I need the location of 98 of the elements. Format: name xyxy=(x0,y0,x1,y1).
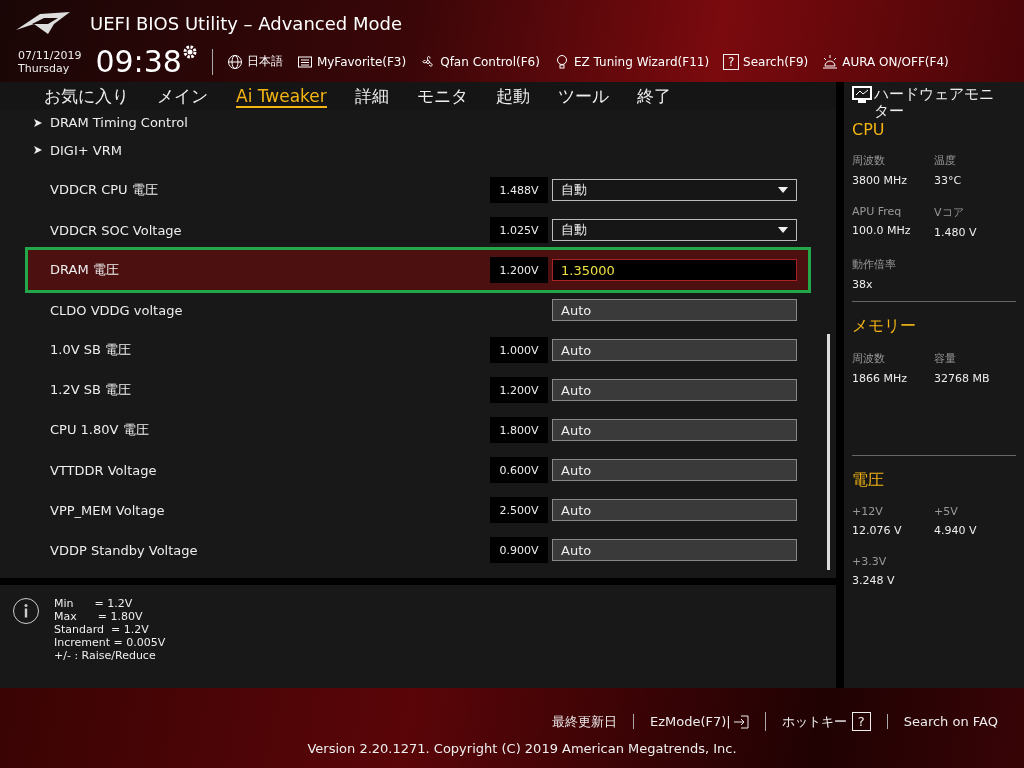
logo-icon xyxy=(14,10,72,36)
input-field[interactable]: Auto xyxy=(552,459,797,481)
input-field[interactable]: Auto xyxy=(552,339,797,361)
stat-value: 33°C xyxy=(934,174,963,187)
voltage-reading: 1.200V xyxy=(490,257,548,283)
setting-label: VDDCR SOC Voltage xyxy=(50,222,183,238)
setting-label: 1.2V SB 電圧 xyxy=(50,381,132,399)
stat-value: 3800 MHz xyxy=(852,174,909,187)
caret-icon xyxy=(778,227,788,233)
input-field[interactable]: Auto xyxy=(552,419,797,441)
stat-label: 温度 xyxy=(934,153,957,168)
help-text: Standard = 1.2V xyxy=(54,623,150,636)
toolbar-item[interactable]: AURA ON/OFF(F4) xyxy=(822,53,949,70)
stat-label: 周波数 xyxy=(852,153,886,168)
menu-tab[interactable]: Ai Tweaker xyxy=(222,82,341,110)
footer-link[interactable]: EzMode(F7)| xyxy=(632,714,765,729)
menu-tab[interactable]: 詳細 xyxy=(340,82,403,110)
stat-value: 4.940 V xyxy=(934,524,978,537)
submenu-link[interactable]: DIGI+ VRM xyxy=(34,142,122,158)
help-text: Min = 1.2V xyxy=(54,597,134,610)
input-field[interactable]: 1.35000 xyxy=(552,259,797,281)
stat-label: 容量 xyxy=(934,351,957,366)
stat-label: +3.3V xyxy=(852,555,888,568)
arrow-icon xyxy=(34,118,42,127)
section-heading: CPU xyxy=(852,120,886,139)
toolbar-item[interactable]: 日本語 xyxy=(226,53,283,70)
section-heading: 電圧 xyxy=(852,470,885,491)
stat-value: 1866 MHz xyxy=(852,372,909,385)
setting-label: VTTDDR Voltage xyxy=(50,462,158,478)
help-icon: ? xyxy=(723,53,740,70)
stat-label: +12V xyxy=(852,505,884,518)
voltage-reading: 1.200V xyxy=(490,377,548,403)
help-text: +/- : Raise/Reduce xyxy=(54,649,157,662)
caret-icon xyxy=(778,187,788,193)
stat-value: 100.0 MHz xyxy=(852,224,912,237)
dropdown[interactable]: 自動 xyxy=(552,179,797,201)
voltage-reading: 1.025V xyxy=(490,217,548,243)
voltage-reading: 0.900V xyxy=(490,537,548,563)
exit-icon xyxy=(732,714,749,729)
weekday-text: Thursday xyxy=(18,61,71,75)
setting-label: CLDO VDDG voltage xyxy=(50,302,184,318)
copyright-text: Version 2.20.1271. Copyright (C) 2019 American Megatrends, Inc. xyxy=(307,741,737,756)
menu-tab[interactable]: お気に入り xyxy=(30,82,143,110)
section-heading: メモリー xyxy=(852,316,917,337)
footer-link[interactable]: ホットキー ? xyxy=(764,712,887,731)
voltage-reading: 1.000V xyxy=(490,337,548,363)
menu-tab[interactable]: 起動 xyxy=(481,82,544,110)
toolbar-item[interactable]: ? Search(F9) xyxy=(723,53,809,70)
stat-value: 3.248 V xyxy=(852,574,896,587)
setting-label: VDDCR CPU 電圧 xyxy=(50,181,159,199)
monitor-icon xyxy=(852,86,872,104)
menu-tab[interactable]: ツール xyxy=(543,82,623,110)
stat-value: 1.480 V xyxy=(934,226,978,239)
globe-icon xyxy=(226,53,243,70)
stat-label: 動作倍率 xyxy=(852,257,897,272)
voltage-reading: 1.800V xyxy=(490,417,548,443)
list-icon xyxy=(296,53,313,70)
stat-value: 38x xyxy=(852,278,874,291)
window-title: UEFI BIOS Utility – Advanced Mode xyxy=(90,12,402,34)
setting-label: VPP_MEM Voltage xyxy=(50,502,166,518)
date-text: 07/11/2019 xyxy=(18,48,82,62)
menu-tab[interactable]: 終了 xyxy=(622,82,685,110)
voltage-reading: 0.600V xyxy=(490,457,548,483)
toolbar-item[interactable]: EZ Tuning Wizard(F11) xyxy=(553,53,710,70)
stat-label: 周波数 xyxy=(852,351,886,366)
menu-tab[interactable]: メイン xyxy=(143,82,222,110)
input-field[interactable]: Auto xyxy=(552,299,797,321)
scrollbar[interactable] xyxy=(827,334,830,570)
footer-link[interactable]: Search on FAQ xyxy=(886,714,1014,729)
stat-value: 32768 MB xyxy=(934,372,991,385)
toolbar-item[interactable]: Qfan Control(F6) xyxy=(420,53,540,70)
settings-icon[interactable] xyxy=(181,44,198,60)
menu-tab[interactable]: モニタ xyxy=(402,82,482,110)
stat-label: APU Freq xyxy=(852,205,903,218)
toolbar-item[interactable]: MyFavorite(F3) xyxy=(296,53,407,70)
voltage-reading: 1.488V xyxy=(490,177,548,203)
help-icon: ? xyxy=(851,712,871,731)
setting-label: 1.0V SB 電圧 xyxy=(50,341,132,359)
voltage-reading: 2.500V xyxy=(490,497,548,523)
info-icon xyxy=(12,597,40,625)
input-field[interactable]: Auto xyxy=(552,499,797,521)
stat-label: Vコア xyxy=(934,205,965,220)
aura-icon xyxy=(822,53,839,70)
arrow-icon xyxy=(34,146,42,154)
footer-link[interactable]: 最終更新日 xyxy=(535,712,633,731)
dropdown[interactable]: 自動 xyxy=(552,219,797,241)
input-field[interactable]: Auto xyxy=(552,379,797,401)
clock-time: 09:38 xyxy=(95,44,182,79)
panel-title: ハードウェアモニター xyxy=(874,86,995,120)
help-text: Max = 1.80V xyxy=(54,610,144,623)
help-text: Increment = 0.005V xyxy=(54,636,166,649)
submenu-link[interactable]: DRAM Timing Control xyxy=(34,115,188,130)
setting-label: VDDP Standby Voltage xyxy=(50,542,199,558)
setting-label: DRAM 電圧 xyxy=(50,261,120,279)
input-field[interactable]: Auto xyxy=(552,539,797,561)
setting-label: CPU 1.80V 電圧 xyxy=(50,421,150,439)
stat-value: 12.076 V xyxy=(852,524,903,537)
stat-label: +5V xyxy=(934,505,959,518)
